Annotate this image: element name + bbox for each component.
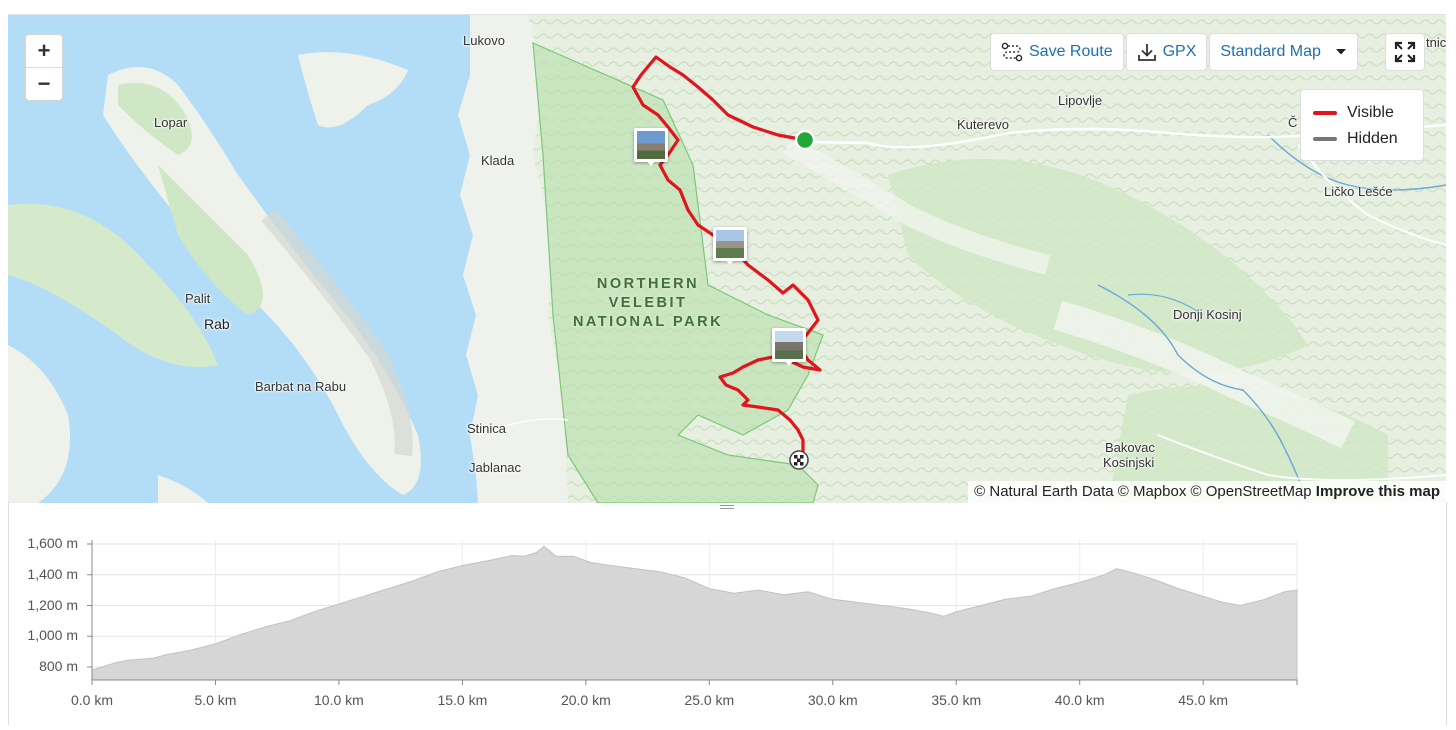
route-legend: Visible Hidden [1300,89,1424,161]
attribution-text: © Natural Earth Data © Mapbox © OpenStre… [974,483,1312,500]
x-tick-label: 10.0 km [314,692,364,708]
photo-marker-pointer [784,360,794,366]
legend-swatch-hidden [1313,137,1337,141]
zoom-in-button[interactable]: + [26,35,62,67]
photo-marker[interactable] [713,227,747,265]
x-tick-label: 20.0 km [560,692,611,708]
fullscreen-button[interactable] [1385,33,1425,71]
x-tick-label: 35.0 km [931,692,982,708]
y-tick-label: 1,200 m [27,596,78,613]
photo-marker-pointer [725,259,735,265]
legend-label-visible: Visible [1347,104,1394,121]
legend-label-hidden: Hidden [1347,130,1398,147]
place-palit: Palit [185,291,211,306]
place-kuterevo: Kuterevo [957,117,1010,132]
y-tick-label: 800 m [39,658,78,674]
download-icon [1137,44,1156,61]
place-jablanac: Jablanac [469,460,522,475]
national-park-label: NORTHERN VELEBIT NATIONAL PARK [568,275,728,332]
photo-marker[interactable] [772,328,806,366]
photo-thumbnail [716,230,744,258]
x-tick-label: 15.0 km [437,692,488,708]
legend-item-hidden: Hidden [1313,126,1411,152]
elevation-area [91,545,1298,681]
save-route-button[interactable]: Save Route [990,33,1124,71]
map-style-label: Standard Map [1220,43,1321,60]
gpx-download-button[interactable]: GPX [1125,33,1208,71]
park-label-line-3: NATIONAL PARK [572,314,724,330]
place-licko-lesce: Ličko Lešće [1324,184,1393,199]
photo-thumbnail [637,131,665,159]
place-lukovo: Lukovo [463,33,505,48]
place-c-partial: Č [1288,115,1298,130]
y-tick-label: 1,600 m [27,535,78,551]
x-tick-label: 45.0 km [1178,692,1229,708]
legend-swatch-visible [1313,111,1337,115]
place-klada: Klada [481,153,515,168]
map-attribution: © Natural Earth Data © Mapbox © OpenStre… [968,481,1446,503]
map-view[interactable]: Lukovo Lopar Klada Palit Rab Barbat na R… [8,14,1446,503]
photo-thumbnail [775,331,803,359]
route-viewer: Lukovo Lopar Klada Palit Rab Barbat na R… [0,0,1456,725]
caret-down-icon [1335,49,1346,55]
expand-icon [1394,41,1416,63]
photo-marker[interactable] [634,128,668,166]
route-icon [1001,42,1023,62]
x-tick-label: 40.0 km [1054,692,1105,708]
park-label-line-1: NORTHERN [596,276,700,292]
place-kosinjski: Kosinjski [1103,455,1155,470]
place-tnica-partial: tnica [1426,35,1446,50]
map-style-dropdown[interactable]: Standard Map [1209,33,1358,71]
park-label-line-2: VELEBIT [608,295,688,311]
x-tick-label: 0.0 km [70,692,114,708]
y-tick-label: 1,000 m [27,627,78,644]
resize-handle[interactable] [720,505,734,511]
zoom-control: + − [24,33,64,102]
place-barbat-na-rabu: Barbat na Rabu [255,379,347,394]
x-tick-label: 5.0 km [194,692,237,708]
x-tick-label: 25.0 km [684,692,735,708]
grip-line [720,508,734,509]
gpx-label: GPX [1162,43,1197,60]
photo-marker-pointer [646,160,656,166]
place-donji-kosinj: Donji Kosinj [1173,307,1242,322]
place-stinica: Stinica [467,421,507,436]
place-lipovlje: Lipovlje [1058,93,1103,108]
elevation-chart[interactable]: 1,600 m 1,400 m 1,200 m 1,000 m 800 m 0.0 km… [0,512,1456,725]
map-toolbar: Save Route GPX Standard Map [990,33,1358,71]
improve-map-link[interactable]: Improve this map [1316,483,1440,500]
grip-line [720,505,734,506]
place-bakovac: Bakovac [1105,440,1155,455]
x-tick-label: 30.0 km [807,692,858,708]
y-tick-label: 1,400 m [27,565,78,582]
legend-item-visible: Visible [1313,100,1411,126]
save-route-label: Save Route [1029,43,1113,60]
place-rab: Rab [204,316,230,332]
zoom-out-button[interactable]: − [26,67,62,100]
place-lopar: Lopar [154,115,188,130]
